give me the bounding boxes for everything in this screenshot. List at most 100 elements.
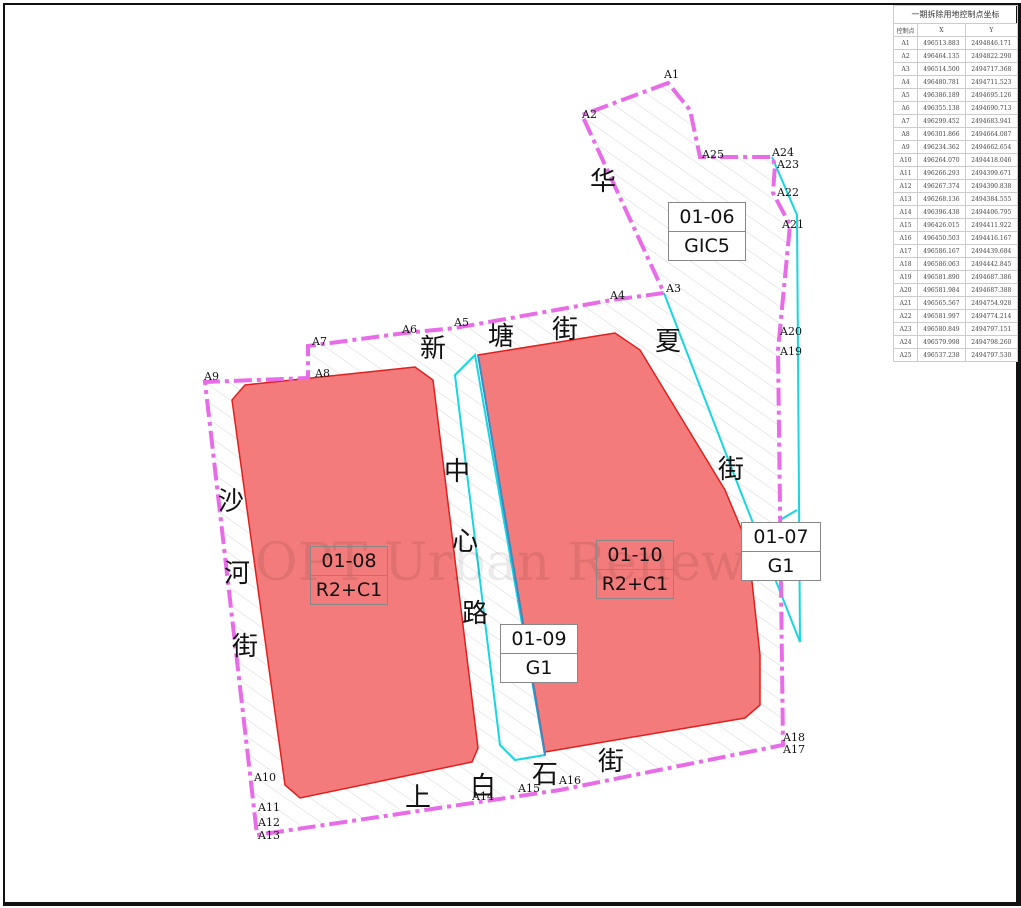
pt-label: A8 <box>314 367 330 380</box>
table-row: A25 496537.238 2494797.530 <box>892 348 1019 362</box>
plot-code: 01-10 <box>607 544 663 566</box>
control-point-table: 一期拆除用地控制点坐标 控制点 X Y A1 496513.883 2494846.… <box>892 5 1019 362</box>
table-row: A7 496299.452 2494683.941 <box>892 114 1019 128</box>
point-id: A25 <box>892 348 919 362</box>
plot-use: R2+C1 <box>597 569 673 598</box>
point-id: A19 <box>892 270 919 284</box>
plot-code: 01-06 <box>679 206 735 228</box>
point-id: A15 <box>892 218 919 232</box>
street-char: 街 <box>718 455 744 485</box>
pt-label: A25 <box>701 148 724 161</box>
point-id: A14 <box>892 205 919 219</box>
col-header: 控制点 <box>892 23 919 37</box>
x-coord: 496586.063 <box>917 257 966 271</box>
col-header: X <box>917 23 966 37</box>
table-row: A8 496301.866 2494664.087 <box>892 127 1019 141</box>
y-coord: 2494690.713 <box>964 101 1019 115</box>
table-row: A19 496581.890 2494687.386 <box>892 270 1019 284</box>
y-coord: 2494416.167 <box>964 231 1019 245</box>
y-coord: 2494683.941 <box>964 114 1019 128</box>
table-row: A3 496514.500 2494717.368 <box>892 62 1019 76</box>
pt-label: A11 <box>257 801 280 814</box>
x-coord: 496581.984 <box>917 283 966 297</box>
x-coord: 496396.438 <box>917 205 966 219</box>
table-row: A14 496396.438 2494406.795 <box>892 205 1019 219</box>
table-row: A22 496581.997 2494774.214 <box>892 309 1019 323</box>
y-coord: 2494822.290 <box>964 49 1019 63</box>
pt-label: A18 <box>782 731 805 744</box>
pt-label: A7 <box>311 335 327 348</box>
x-coord: 496586.167 <box>917 244 966 258</box>
table-row: A21 496565.567 2494754.928 <box>892 296 1019 310</box>
table-row: A12 496267.374 2494390.838 <box>892 179 1019 193</box>
street-char: 街 <box>552 315 578 345</box>
point-id: A20 <box>892 283 919 297</box>
y-coord: 2494797.530 <box>964 348 1019 362</box>
pt-label: A24 <box>771 146 794 159</box>
y-coord: 2494384.555 <box>964 192 1019 206</box>
x-coord: 496565.567 <box>917 296 966 310</box>
point-id: A1 <box>892 36 919 50</box>
pt-label: A3 <box>665 282 681 295</box>
point-id: A24 <box>892 335 919 349</box>
pt-label: A10 <box>253 771 276 784</box>
table-row: A5 496386.189 2494695.126 <box>892 88 1019 102</box>
y-coord: 2494695.126 <box>964 88 1019 102</box>
table-row: A2 496464.135 2494822.290 <box>892 49 1019 63</box>
pt-label: A1 <box>663 68 679 81</box>
plot-use: G1 <box>742 551 820 580</box>
x-coord: 496264.070 <box>917 153 966 167</box>
y-coord: 2494411.922 <box>964 218 1019 232</box>
pt-label: A5 <box>453 316 469 329</box>
table-row: A11 496266.293 2494399.671 <box>892 166 1019 180</box>
pt-label: A20 <box>779 325 802 338</box>
street-char: 沙 <box>218 487 244 517</box>
x-coord: 496513.883 <box>917 36 966 50</box>
point-id: A7 <box>892 114 919 128</box>
table-row: A10 496264.070 2494418.046 <box>892 153 1019 167</box>
pt-label: A17 <box>782 743 805 756</box>
x-coord: 496266.293 <box>917 166 966 180</box>
y-coord: 2494418.046 <box>964 153 1019 167</box>
x-coord: 496301.866 <box>917 127 966 141</box>
y-coord: 2494390.838 <box>964 179 1019 193</box>
pt-label: A12 <box>257 816 280 829</box>
plot-use: GIC5 <box>669 231 745 260</box>
table-row: A18 496586.063 2494442.845 <box>892 257 1019 271</box>
x-coord: 496299.452 <box>917 114 966 128</box>
pt-label: A22 <box>776 186 799 199</box>
point-id: A12 <box>892 179 919 193</box>
y-coord: 2494399.671 <box>964 166 1019 180</box>
y-coord: 2494774.214 <box>964 309 1019 323</box>
pt-label: A21 <box>781 218 804 231</box>
y-coord: 2494439.684 <box>964 244 1019 258</box>
point-id: A8 <box>892 127 919 141</box>
point-id: A23 <box>892 322 919 336</box>
y-coord: 2494687.388 <box>964 283 1019 297</box>
table-row: A20 496581.984 2494687.388 <box>892 283 1019 297</box>
x-coord: 496580.849 <box>917 322 966 336</box>
point-id: A3 <box>892 62 919 76</box>
pt-label: A9 <box>203 370 219 383</box>
point-id: A5 <box>892 88 919 102</box>
table-body: A1 496513.883 2494846.171 A2 496464.135 24948… <box>892 36 1019 362</box>
y-coord: 2494846.171 <box>964 36 1019 50</box>
table-title: 一期拆除用地控制点坐标 <box>893 5 1018 23</box>
pt-label: A13 <box>257 829 280 842</box>
x-coord: 496537.238 <box>917 348 966 362</box>
x-coord: 496267.374 <box>917 179 966 193</box>
plot-label-01-07: 01-07 G1 <box>741 522 821 581</box>
street-char: 塘 <box>488 322 514 352</box>
x-coord: 496450.503 <box>917 231 966 245</box>
point-id: A6 <box>892 101 919 115</box>
point-id: A18 <box>892 257 919 271</box>
plot-label-01-06: 01-06 GIC5 <box>668 202 746 261</box>
pt-label: A23 <box>776 158 799 171</box>
y-coord: 2494406.795 <box>964 205 1019 219</box>
x-coord: 496579.998 <box>917 335 966 349</box>
point-id: A16 <box>892 231 919 245</box>
table-row: A17 496586.167 2494439.684 <box>892 244 1019 258</box>
pt-label: A4 <box>609 289 625 302</box>
site-plan-map: A1 A2 A3 A4 A5 A6 A7 A8 A9 A10 A11 A12 A… <box>202 68 805 842</box>
y-coord: 2494687.386 <box>964 270 1019 284</box>
